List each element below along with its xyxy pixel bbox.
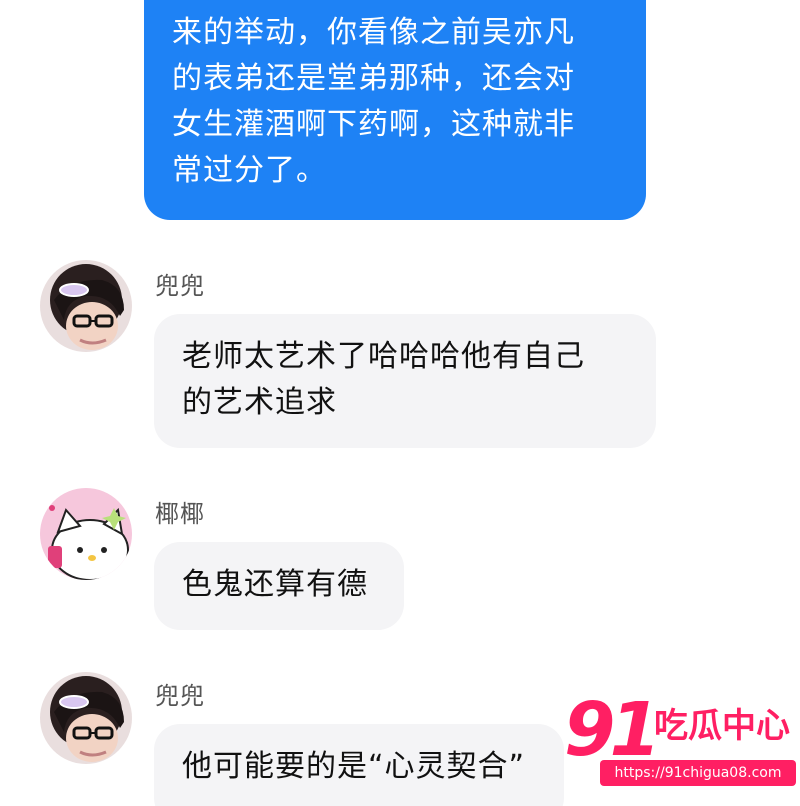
sender-name: 椰椰: [155, 500, 205, 528]
message-text: 他可能要的是“心灵契合”: [182, 749, 526, 784]
watermark-logo: 91 吃瓜中心 https://91chigua08.com: [560, 690, 800, 806]
chat-screen: 来的举动，你看像之前吴亦凡 的表弟还是堂弟那种，还会对 女生灌酒啊下药啊，这种就…: [0, 0, 800, 806]
watermark-brand-text: 吃瓜中心: [654, 706, 790, 746]
sender-name: 兜兜: [155, 682, 205, 710]
watermark-number: 91: [564, 687, 661, 773]
sent-message-bubble[interactable]: 来的举动，你看像之前吴亦凡 的表弟还是堂弟那种，还会对 女生灌酒啊下药啊，这种就…: [144, 0, 646, 220]
received-message-bubble[interactable]: 他可能要的是“心灵契合”: [154, 724, 564, 806]
received-message-bubble[interactable]: 老师太艺术了哈哈哈他有自己 的艺术追求: [154, 314, 656, 448]
sender-name: 兜兜: [155, 272, 205, 300]
received-message-bubble[interactable]: 色鬼还算有德: [154, 542, 404, 630]
message-text: 老师太艺术了哈哈哈他有自己 的艺术追求: [182, 339, 585, 420]
message-text: 色鬼还算有德: [182, 567, 368, 602]
user-avatar-glasses-icon[interactable]: [40, 260, 132, 352]
watermark-url: https://91chigua08.com: [600, 760, 796, 786]
sent-message-text: 来的举动，你看像之前吴亦凡 的表弟还是堂弟那种，还会对 女生灌酒啊下药啊，这种就…: [172, 15, 575, 188]
user-avatar-glasses-icon[interactable]: [40, 672, 132, 764]
hello-kitty-avatar-icon[interactable]: [40, 488, 132, 580]
